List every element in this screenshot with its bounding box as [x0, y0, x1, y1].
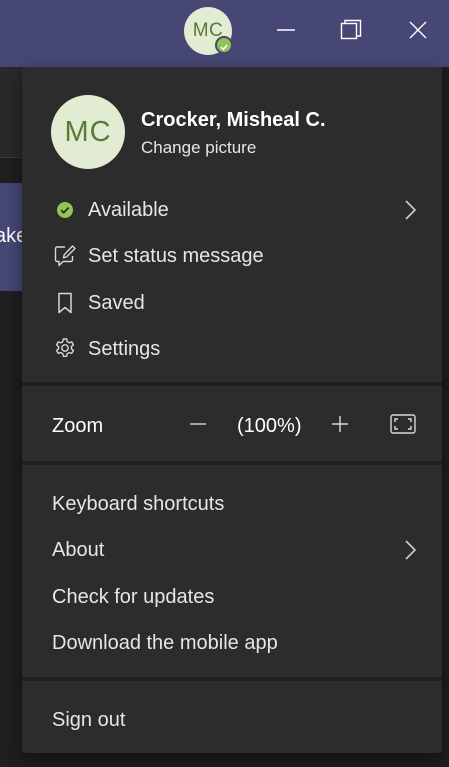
fit-to-screen-button[interactable] [389, 412, 417, 436]
minimize-button[interactable] [266, 10, 306, 54]
menu-item-download-mobile-app[interactable]: Download the mobile app [22, 621, 442, 665]
menu-item-label: Saved [88, 291, 145, 314]
menu-item-label: Set status message [88, 244, 264, 267]
profile-avatar-button[interactable]: MC [184, 7, 233, 55]
menu-item-check-for-updates[interactable]: Check for updates [22, 575, 442, 619]
menu-divider [22, 461, 442, 465]
menu-item-label: Keyboard shortcuts [52, 492, 225, 515]
profile-initials: MC [64, 115, 112, 148]
profile-picture: MC [51, 95, 125, 169]
background-partial-text: ake [0, 225, 22, 247]
zoom-label: Zoom [52, 415, 104, 437]
zoom-out-button[interactable] [186, 412, 210, 436]
menu-divider [22, 677, 442, 681]
close-icon [408, 20, 428, 45]
menu-item-label: About [52, 538, 105, 561]
restore-button[interactable] [331, 10, 371, 54]
chevron-right-icon [404, 200, 417, 225]
menu-item-about[interactable]: About [22, 528, 442, 572]
profile-name: Crocker, Misheal C. [141, 109, 326, 131]
presence-available-icon [215, 36, 233, 54]
title-bar: MC [0, 0, 449, 67]
gear-icon [52, 337, 78, 361]
minimize-icon [276, 20, 296, 45]
menu-item-available[interactable]: Available [22, 188, 442, 232]
menu-item-label: Settings [88, 337, 161, 360]
menu-item-label: Available [88, 198, 169, 221]
background-panel [0, 67, 22, 157]
zoom-level: (100%) [237, 415, 302, 437]
background-divider [0, 157, 22, 158]
zoom-control: Zoom (100%) [22, 402, 442, 450]
presence-available-icon [52, 198, 78, 222]
menu-item-label: Sign out [52, 708, 126, 731]
menu-item-set-status-message[interactable]: Set status message [22, 234, 442, 278]
menu-item-settings[interactable]: Settings [22, 327, 442, 371]
change-picture-link[interactable]: Change picture [141, 138, 256, 158]
chevron-right-icon [404, 540, 417, 565]
menu-item-label: Check for updates [52, 585, 215, 608]
zoom-in-button[interactable] [328, 412, 352, 436]
close-window-button[interactable] [398, 10, 438, 54]
menu-item-keyboard-shortcuts[interactable]: Keyboard shortcuts [22, 482, 442, 526]
restore-icon [340, 19, 362, 46]
menu-item-saved[interactable]: Saved [22, 281, 442, 325]
menu-item-label: Download the mobile app [52, 631, 278, 654]
menu-item-sign-out[interactable]: Sign out [22, 698, 442, 742]
background-tile: ake [0, 183, 22, 291]
bookmark-icon [52, 291, 78, 315]
menu-divider [22, 382, 442, 386]
profile-menu: MC Crocker, Misheal C. Change picture Av… [22, 67, 442, 753]
edit-status-icon [52, 244, 78, 268]
